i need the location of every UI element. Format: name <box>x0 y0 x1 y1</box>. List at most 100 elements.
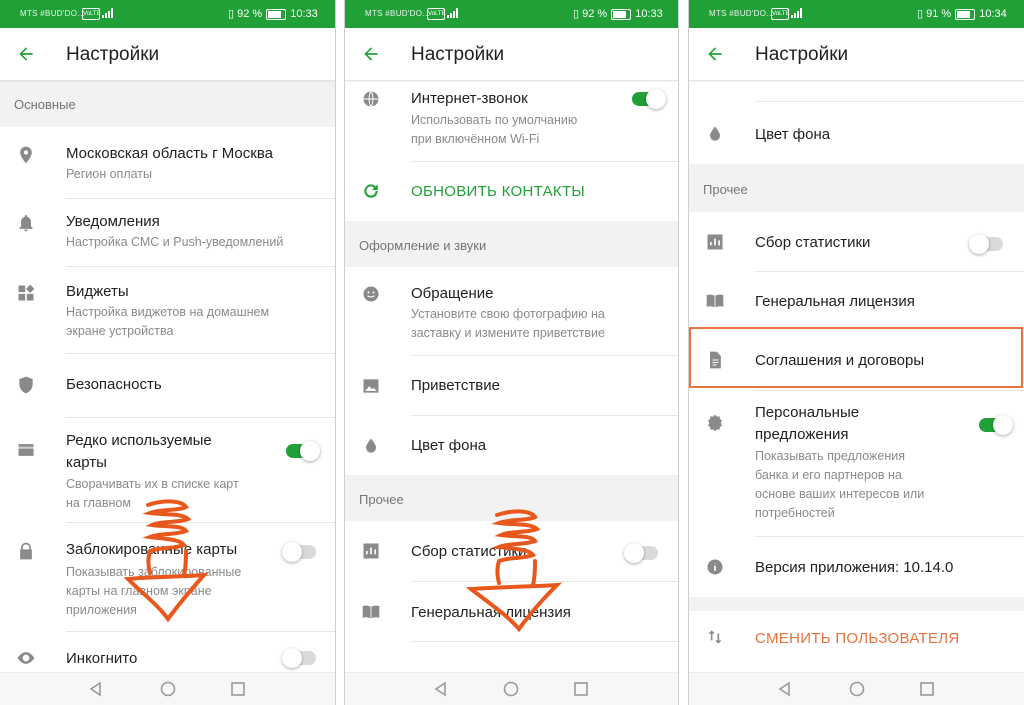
section-header: Прочее <box>345 475 678 521</box>
info-icon <box>707 559 723 575</box>
drop-icon <box>366 438 376 453</box>
item-title: Уведомления <box>66 213 160 230</box>
clock: 10:33 <box>290 8 318 20</box>
nav-recents-icon[interactable] <box>917 679 937 699</box>
list-item-license[interactable]: Генеральная лицензия <box>689 272 1024 330</box>
list-item-internet-call[interactable]: Интернет-звонок Использовать по умолчани… <box>345 81 678 161</box>
refresh-icon <box>364 184 378 198</box>
battery-icon <box>611 8 632 20</box>
app-bar: Настройки <box>0 28 335 81</box>
battery-icon <box>266 8 287 20</box>
status-right: ▯ 92 % 10:33 <box>573 7 663 20</box>
nav-recents-icon[interactable] <box>228 679 248 699</box>
item-title: Версия приложения: 10.14.0 <box>755 559 954 576</box>
list-item-greeting-name[interactable]: Обращение Установите свою фотографию на … <box>345 267 678 355</box>
clock: 10:34 <box>979 8 1007 20</box>
list-item-incognito[interactable]: Инкогнито <box>0 632 335 673</box>
item-title: Безопасность <box>66 376 162 393</box>
screen-separator <box>688 0 689 705</box>
nav-home-icon[interactable] <box>501 679 521 699</box>
screen-separator <box>678 0 679 705</box>
volte-icon: VoLTE <box>771 8 790 20</box>
item-subtitle-2: на главном <box>66 496 131 510</box>
page-title: Настройки <box>66 44 160 65</box>
item-title: Инкогнито <box>66 650 138 667</box>
nav-back-icon[interactable] <box>775 679 795 699</box>
vibrate-icon: ▯ <box>228 8 235 20</box>
card-icon <box>18 444 34 456</box>
settings-list: Основные Московская область г Москва Рег… <box>0 81 335 673</box>
toggle-switch[interactable] <box>624 543 658 563</box>
list-item-statistics[interactable]: Сбор статистики <box>689 212 1024 272</box>
list-item-app-version: Версия приложения: 10.14.0 <box>689 537 1024 597</box>
item-subtitle: Регион оплаты <box>66 167 153 181</box>
clock: 10:33 <box>635 8 663 20</box>
signal-icon <box>447 8 458 18</box>
list-item-bg-color[interactable]: Цвет фона <box>345 416 678 475</box>
eye-icon <box>17 652 35 664</box>
section-spacer <box>689 597 1024 611</box>
battery-percent: 92 % <box>582 8 608 20</box>
switch-user-button[interactable]: СМЕНИТЬ ПОЛЬЗОВАТЕЛЯ <box>689 611 1024 667</box>
item-subtitle-1: Показывать заблокированные <box>66 565 242 579</box>
item-title: Виджеты <box>66 283 129 300</box>
toggle-switch[interactable] <box>632 89 666 109</box>
list-item-personal-offers[interactable]: Персональные предложения Показывать пред… <box>689 391 1024 535</box>
item-subtitle-1: Использовать по умолчанию <box>411 113 578 127</box>
list-item-region[interactable]: Московская область г Москва Регион оплат… <box>0 127 335 193</box>
item-title: ОБНОВИТЬ КОНТАКТЫ <box>411 183 585 200</box>
item-title: Сбор статистики <box>755 234 871 251</box>
toggle-switch[interactable] <box>969 234 1003 254</box>
item-title: СМЕНИТЬ ПОЛЬЗОВАТЕЛЯ <box>755 630 960 647</box>
phone-screen-3: MTS #BUD'DO… VoLTE ▯ 91 % 10:34 Настройки… <box>689 0 1024 705</box>
system-nav-bar <box>345 672 678 705</box>
carrier-label: MTS #BUD'DO… <box>709 9 775 18</box>
status-right: ▯ 91 % 10:34 <box>917 7 1007 20</box>
highlight-frame <box>689 327 1023 388</box>
back-arrow-icon[interactable] <box>361 44 381 64</box>
item-title: Цвет фона <box>411 437 487 454</box>
status-bar: MTS #BUD'DO… VoLTE ▯ 92 % 10:33 <box>0 0 335 28</box>
vibrate-icon: ▯ <box>573 8 580 20</box>
nav-back-icon[interactable] <box>86 679 106 699</box>
book-icon <box>362 605 380 619</box>
nav-home-icon[interactable] <box>847 679 867 699</box>
item-subtitle-4: потребностей <box>755 506 835 520</box>
list-item-rare-cards[interactable]: Редко используемые карты Сворачивать их … <box>0 418 335 522</box>
list-item-greeting[interactable]: Приветствие <box>345 356 678 414</box>
system-nav-bar <box>0 672 335 705</box>
list-item-blocked-cards[interactable]: Заблокированные карты Показывать заблоки… <box>0 523 335 628</box>
divider <box>411 641 678 642</box>
bar-chart-icon <box>363 543 379 559</box>
settings-list: Интернет-звонок Использовать по умолчани… <box>345 81 678 673</box>
section-header: Основные <box>0 81 335 127</box>
volte-icon: VoLTE <box>82 8 101 20</box>
back-arrow-icon[interactable] <box>16 44 36 64</box>
nav-back-icon[interactable] <box>431 679 451 699</box>
list-item-license[interactable]: Генеральная лицензия <box>345 582 678 640</box>
item-title: Генеральная лицензия <box>755 293 915 310</box>
item-subtitle-2: банка и его партнеров на <box>755 468 902 482</box>
toggle-switch[interactable] <box>282 648 316 668</box>
nav-recents-icon[interactable] <box>571 679 591 699</box>
nav-home-icon[interactable] <box>158 679 178 699</box>
toggle-switch[interactable] <box>286 441 320 461</box>
location-pin-icon <box>20 146 32 164</box>
list-item-bg-color[interactable]: Цвет фона <box>689 102 1024 164</box>
back-arrow-icon[interactable] <box>705 44 725 64</box>
list-item-widgets[interactable]: Виджеты Настройка виджетов на домашнем э… <box>0 267 335 351</box>
list-item-security[interactable]: Безопасность <box>0 354 335 414</box>
toggle-switch[interactable] <box>282 542 316 562</box>
item-subtitle-2: карты на главном экране <box>66 584 212 598</box>
section-header: Оформление и звуки <box>345 221 678 267</box>
lock-icon <box>20 542 32 560</box>
item-subtitle-3: приложения <box>66 603 137 617</box>
list-item-statistics[interactable]: Сбор статистики <box>345 521 678 580</box>
carrier-label: MTS #BUD'DO… <box>20 9 86 18</box>
battery-percent: 92 % <box>237 8 263 20</box>
bell-icon <box>19 215 33 232</box>
toggle-switch[interactable] <box>979 415 1013 435</box>
widgets-icon <box>18 284 35 301</box>
refresh-contacts-button[interactable]: ОБНОВИТЬ КОНТАКТЫ <box>345 162 678 220</box>
list-item-notifications[interactable]: Уведомления Настройка СМС и Push-уведомл… <box>0 199 335 266</box>
